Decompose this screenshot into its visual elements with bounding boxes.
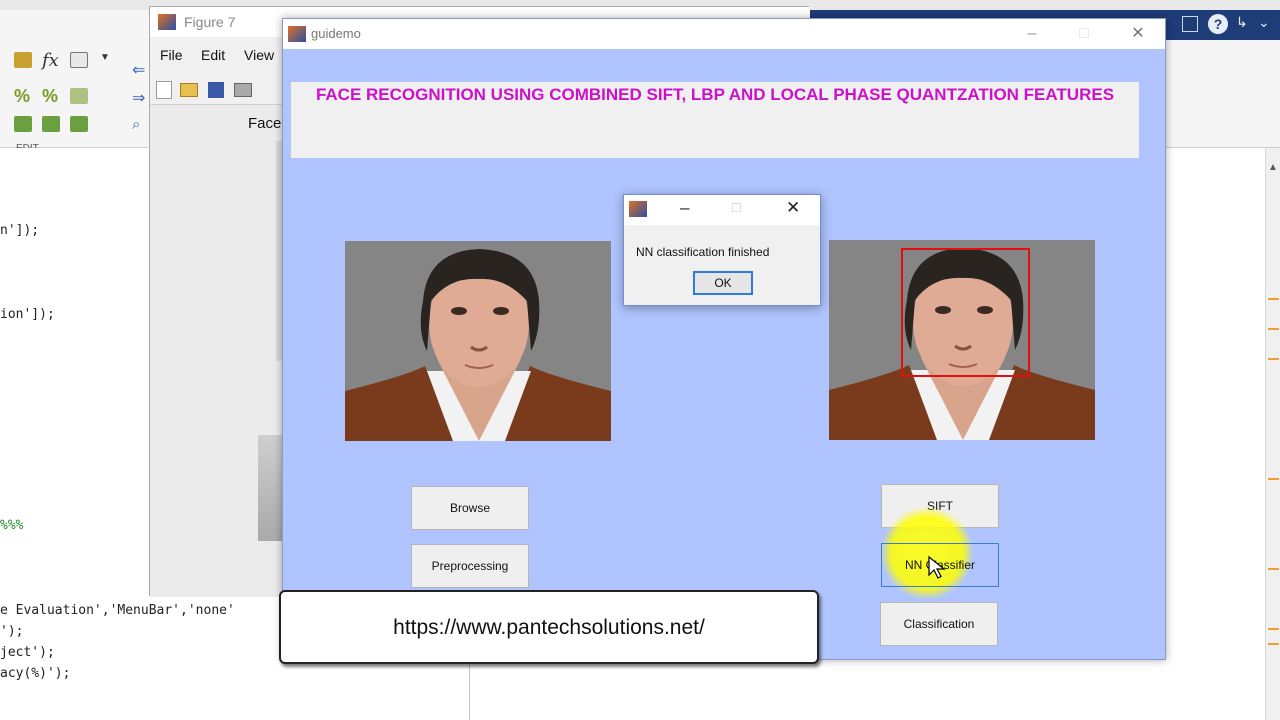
indent-right-icon[interactable]	[42, 116, 60, 132]
code-line: e Evaluation','MenuBar','none'	[0, 603, 235, 618]
indent-icon[interactable]	[14, 52, 32, 68]
guidemo-titlebar[interactable]: guidemo – □ ✕	[283, 19, 1165, 49]
minimize-icon[interactable]: –	[680, 198, 689, 218]
close-icon[interactable]: ✕	[786, 198, 800, 218]
maximize-icon[interactable]: □	[1069, 23, 1099, 45]
title-panel: FACE RECOGNITION USING COMBINED SIFT, LB…	[291, 82, 1139, 158]
dialog-message: NN classification finished	[636, 245, 770, 259]
menu-view[interactable]: View	[244, 47, 274, 63]
back-arrow-icon[interactable]: ⇐	[132, 60, 145, 80]
editor-scrollbar[interactable]: ▲	[1265, 148, 1280, 720]
chevron-icon[interactable]: ⌄	[1258, 14, 1270, 31]
uncomment-percent-icon[interactable]: %	[42, 86, 58, 107]
forward-arrow-icon[interactable]: ⇒	[132, 88, 145, 108]
code-comment-line: %%%	[0, 518, 24, 533]
matlab-toolstrip: fx ▼ % % ⇐ ⇒ ⌕ EDIT	[0, 10, 150, 154]
dialog-titlebar[interactable]: – □ ✕	[624, 195, 820, 225]
maximize-icon[interactable]: □	[732, 199, 741, 216]
function-icon[interactable]: fx	[42, 50, 59, 71]
dropdown-arrow-icon[interactable]: ▼	[100, 52, 110, 63]
layout-icon[interactable]	[1182, 16, 1198, 32]
detected-face-image	[829, 240, 1095, 440]
guidemo-title: guidemo	[311, 26, 361, 41]
code-line: acy(%)');	[0, 666, 71, 681]
input-face-image	[345, 241, 611, 441]
website-url: https://www.pantechsolutions.net/	[393, 616, 705, 639]
comment-percent-icon[interactable]: %	[14, 86, 30, 107]
code-line: n']);	[0, 223, 40, 238]
save-icon[interactable]	[208, 82, 224, 98]
message-dialog: – □ ✕ NN classification finished OK	[623, 194, 821, 306]
code-line: ion']);	[0, 307, 55, 322]
preprocessing-button[interactable]: Preprocessing	[411, 544, 529, 588]
figure7-image-fragment	[258, 435, 284, 541]
figure7-axes-title: Face	[248, 115, 282, 132]
code-line: ject');	[0, 645, 55, 660]
app-title: FACE RECOGNITION USING COMBINED SIFT, LB…	[315, 85, 1115, 104]
open-folder-icon[interactable]	[180, 83, 198, 97]
ok-button[interactable]: OK	[693, 271, 753, 295]
matlab-logo-icon	[629, 201, 647, 217]
arrow-icon[interactable]: ↳	[1236, 14, 1248, 31]
smart-indent-icon[interactable]	[70, 116, 88, 132]
menu-edit[interactable]: Edit	[201, 47, 225, 63]
close-icon[interactable]: ✕	[1123, 23, 1153, 45]
minimize-icon[interactable]: –	[1017, 23, 1047, 45]
menu-file[interactable]: File	[160, 47, 183, 63]
help-icon[interactable]: ?	[1208, 14, 1228, 34]
figure7-title: Figure 7	[184, 14, 236, 30]
wrap-comments-icon[interactable]	[70, 88, 88, 104]
code-line: ');	[0, 624, 24, 639]
matlab-logo-icon	[158, 14, 176, 30]
find-icon[interactable]: ⌕	[132, 116, 140, 133]
guidemo-window: guidemo – □ ✕ FACE RECOGNITION USING COM…	[282, 18, 1166, 660]
url-banner: https://www.pantechsolutions.net/	[279, 590, 819, 664]
matlab-logo-icon	[288, 26, 306, 42]
classification-button[interactable]: Classification	[880, 602, 998, 646]
indent-left-icon[interactable]	[14, 116, 32, 132]
insert-function-icon[interactable]	[70, 52, 88, 68]
browse-button[interactable]: Browse	[411, 486, 529, 530]
new-file-icon[interactable]	[156, 81, 172, 99]
scroll-up-icon[interactable]: ▲	[1268, 162, 1278, 173]
mouse-cursor-icon	[927, 555, 947, 581]
print-icon[interactable]	[234, 83, 252, 97]
